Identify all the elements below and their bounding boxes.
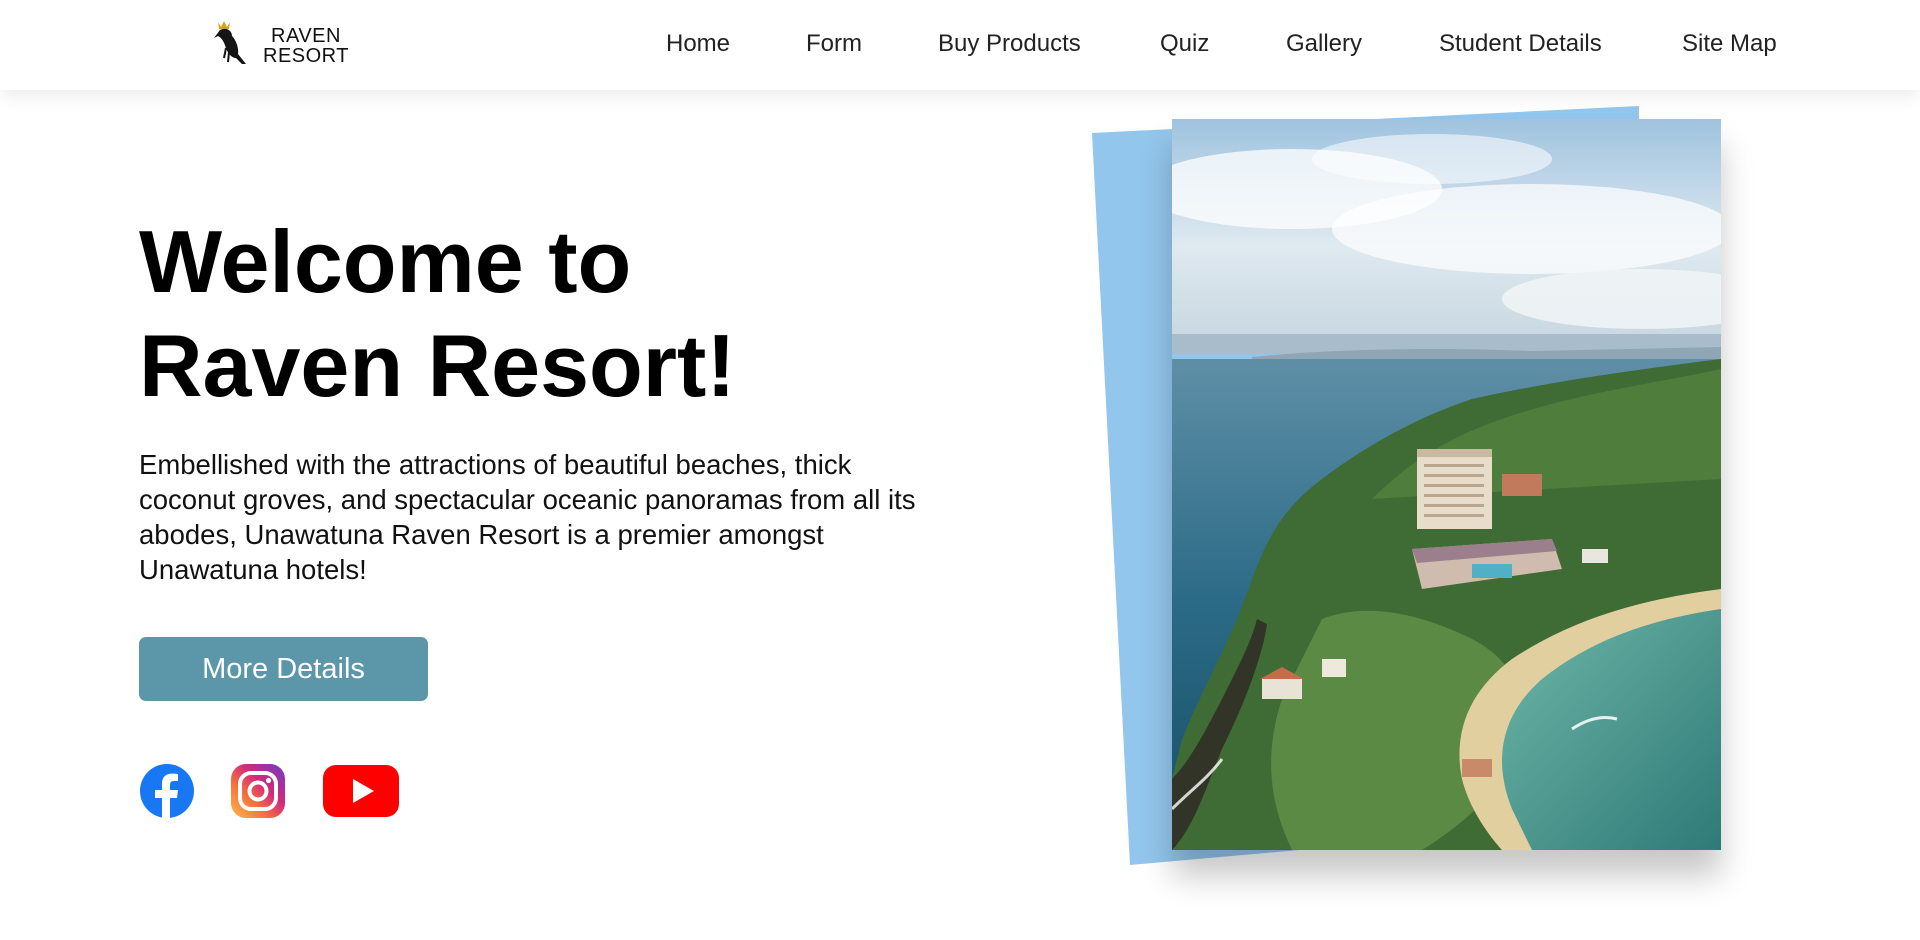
facebook-link[interactable] bbox=[139, 763, 195, 819]
nav-buy-products[interactable]: Buy Products bbox=[938, 30, 1081, 58]
nav-site-map[interactable]: Site Map bbox=[1682, 30, 1777, 58]
nav-student-details[interactable]: Student Details bbox=[1439, 30, 1602, 58]
site-header: RAVEN RESORT Home Form Buy Products Quiz… bbox=[0, 0, 1920, 90]
nav-gallery[interactable]: Gallery bbox=[1286, 30, 1362, 58]
more-details-button[interactable]: More Details bbox=[139, 637, 428, 701]
youtube-link[interactable] bbox=[322, 763, 400, 819]
nav-form[interactable]: Form bbox=[806, 30, 862, 58]
nav-quiz[interactable]: Quiz bbox=[1160, 30, 1209, 58]
aerial-view-image bbox=[1172, 119, 1721, 850]
instagram-link[interactable] bbox=[230, 763, 286, 819]
hero-title-line1: Welcome to bbox=[139, 212, 632, 311]
facebook-icon bbox=[140, 764, 194, 819]
youtube-icon bbox=[323, 765, 399, 817]
resort-aerial-photo bbox=[1172, 119, 1721, 850]
hero-title-line2: Raven Resort! bbox=[139, 316, 736, 415]
main-nav: Home Form Buy Products Quiz Gallery Stud… bbox=[0, 0, 1920, 90]
instagram-icon bbox=[231, 764, 285, 818]
nav-home[interactable]: Home bbox=[666, 30, 730, 58]
hero-title: Welcome to Raven Resort! bbox=[139, 210, 839, 418]
hero-description: Embellished with the attractions of beau… bbox=[139, 449, 916, 585]
